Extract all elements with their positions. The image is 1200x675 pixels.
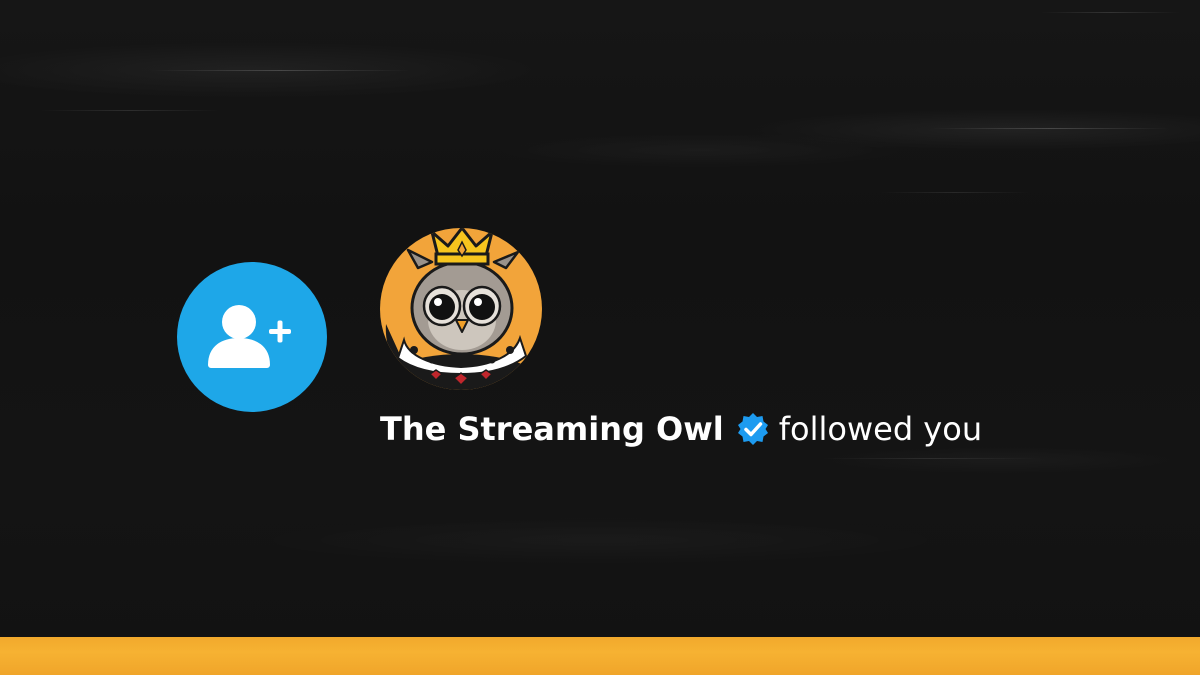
accent-bar — [0, 637, 1200, 675]
follow-action-text: followed you — [778, 410, 983, 448]
verified-badge-icon — [735, 411, 771, 447]
add-user-icon — [208, 305, 291, 368]
avatar — [380, 228, 542, 390]
texture-scratch — [880, 192, 1030, 193]
follow-notification-text: The Streaming Owl followed you — [380, 404, 982, 454]
follow-alert-overlay: The Streaming Owl followed you — [0, 0, 1200, 675]
texture-scratch — [1040, 12, 1180, 13]
texture-scratch — [150, 70, 410, 71]
follower-display-name: The Streaming Owl — [380, 410, 724, 448]
follow-badge — [177, 262, 327, 412]
texture-scratch — [930, 128, 1170, 129]
crowned-owl-avatar — [380, 228, 542, 390]
texture-scratch — [820, 458, 1040, 459]
texture-scratch — [40, 110, 220, 111]
